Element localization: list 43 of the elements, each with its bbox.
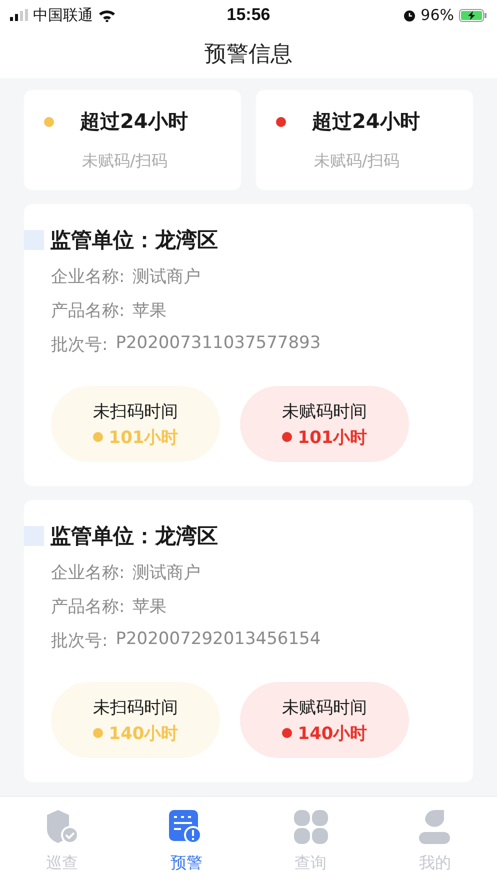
pill-value: 101小时	[298, 426, 368, 448]
pill-value: 140小时	[108, 722, 178, 744]
pill-label: 未扫码时间	[93, 400, 178, 422]
person-icon	[416, 809, 453, 845]
pill-label: 未赋码时间	[282, 696, 367, 718]
battery-charging-icon	[459, 8, 488, 22]
alert-card[interactable]: 监管单位：龙湾区 企业名称: 测试商户 产品名称: 苹果 批次号: P202007292013456154 未扫码时间 140小时 未赋码时间 140小时	[24, 500, 473, 782]
field-label: 企业名称:	[51, 266, 125, 288]
field-value: 测试商户	[132, 562, 201, 584]
status-time: 15:56	[226, 5, 270, 25]
summary-subtitle: 未赋码/扫码	[314, 151, 400, 172]
field-value: 测试商户	[132, 266, 201, 288]
pill-label: 未扫码时间	[93, 696, 178, 718]
pill-value: 101小时	[108, 426, 178, 448]
alarm-clock-icon	[402, 8, 416, 22]
summary-title: 超过24小时	[312, 108, 420, 135]
supervisor-unit: 监管单位：龙湾区	[50, 227, 218, 254]
signal-icon	[10, 9, 28, 21]
wifi-icon	[98, 8, 116, 22]
field-value: P202007311037577893	[116, 333, 321, 355]
supervisor-unit: 监管单位：龙湾区	[50, 523, 218, 550]
field-value: P202007292013456154	[116, 629, 321, 651]
field-label: 批次号:	[51, 630, 108, 652]
page-title: 预警信息	[204, 41, 292, 69]
pill-value: 140小时	[298, 722, 368, 744]
pill-label: 未赋码时间	[282, 400, 367, 422]
summary-card[interactable]: 超过24小时 未赋码/扫码	[24, 90, 241, 190]
summary-card[interactable]: 超过24小时 未赋码/扫码	[256, 90, 473, 190]
field-label: 企业名称:	[51, 562, 125, 584]
title-marker	[24, 230, 44, 250]
nav-tab[interactable]: 预警	[124, 797, 248, 883]
field-label: 产品名称:	[51, 300, 125, 322]
field-label: 产品名称:	[51, 596, 125, 618]
battery-percent: 96%	[420, 6, 454, 24]
summary-title: 超过24小时	[80, 108, 188, 135]
alert-card[interactable]: 监管单位：龙湾区 企业名称: 测试商户 产品名称: 苹果 批次号: P202007311037577893 未扫码时间 101小时 未赋码时间 101小时	[24, 204, 473, 486]
field-value: 苹果	[132, 300, 167, 322]
field-value: 苹果	[132, 596, 167, 618]
field-label: 批次号:	[51, 334, 108, 356]
summary-subtitle: 未赋码/扫码	[82, 151, 168, 172]
carrier-name: 中国联通	[33, 6, 93, 24]
title-marker	[24, 526, 44, 546]
four-petal-grid-icon	[292, 809, 329, 845]
